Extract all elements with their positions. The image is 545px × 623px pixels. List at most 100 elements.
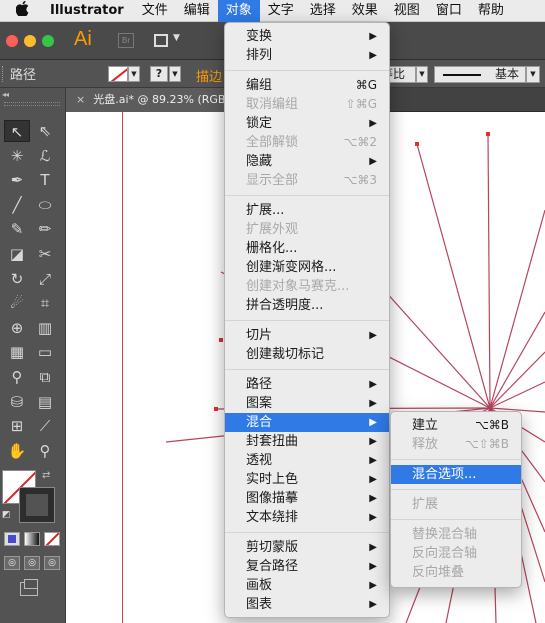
gradient-mode-button[interactable] xyxy=(24,532,40,546)
menu-item[interactable]: 建立 ⌥⌘B xyxy=(391,416,521,435)
paintbrush-tool[interactable]: ✎ xyxy=(4,218,30,240)
menu-item[interactable]: 创建渐变网格... xyxy=(225,258,389,277)
menu-view[interactable]: 视图 xyxy=(386,0,428,22)
anchor-point[interactable] xyxy=(219,338,223,342)
type-tool[interactable]: T xyxy=(32,169,58,191)
ellipse-tool[interactable]: ⬭ xyxy=(32,194,58,216)
menu-item[interactable]: 编组 ⌘G xyxy=(225,76,389,95)
menu-item[interactable]: 复合路径 ▶ xyxy=(225,557,389,576)
menu-item[interactable]: 文本绕排 ▶ xyxy=(225,508,389,527)
blend-tool[interactable]: ⧉ xyxy=(32,366,58,388)
magic-wand-tool[interactable]: ✳ xyxy=(4,145,30,167)
menu-item[interactable]: 图像描摹 ▶ xyxy=(225,489,389,508)
menu-item[interactable]: 隐藏 ▶ xyxy=(225,152,389,171)
menu-item[interactable]: 剪切蒙版 ▶ xyxy=(225,538,389,557)
mesh-tool[interactable]: ▦ xyxy=(4,341,30,363)
menu-item[interactable]: 锁定 ▶ xyxy=(225,114,389,133)
menu-item[interactable]: 透视 ▶ xyxy=(225,451,389,470)
rotate-tool[interactable]: ↻ xyxy=(4,268,30,290)
default-colors-icon[interactable]: ◩ xyxy=(2,510,11,520)
menu-file[interactable]: 文件 xyxy=(134,0,176,22)
hand-tool[interactable]: ✋ xyxy=(4,440,30,462)
menu-item[interactable]: 混合 ▶ xyxy=(225,413,389,432)
stroke-swatch[interactable] xyxy=(19,487,55,523)
shaper-tool[interactable]: ◪ xyxy=(4,243,30,265)
panel-grip[interactable] xyxy=(2,65,6,82)
menu-item[interactable]: 图案 ▶ xyxy=(225,394,389,413)
menu-item[interactable]: 切片 ▶ xyxy=(225,326,389,345)
zoom-tool[interactable]: ⚲ xyxy=(32,440,58,462)
screen-mode-button[interactable] xyxy=(20,579,38,596)
direct-selection-tool[interactable]: ⇖ xyxy=(32,120,58,142)
anchor-point[interactable] xyxy=(415,142,419,146)
menu-item[interactable]: 排列 ▶ xyxy=(225,46,389,65)
close-window-button[interactable] xyxy=(6,35,18,47)
symbol-sprayer-tool[interactable]: ⛁ xyxy=(4,391,30,413)
draw-inside-button[interactable]: ◎ xyxy=(44,556,60,570)
collapse-icon[interactable]: ◂◂ xyxy=(2,90,9,99)
graph-tool[interactable]: ▥ xyxy=(32,317,58,339)
menu-item[interactable]: 栅格化... xyxy=(225,239,389,258)
lasso-tool[interactable]: ℒ xyxy=(32,145,58,167)
gradient-tool[interactable]: ▭ xyxy=(32,341,58,363)
line-tool[interactable]: ╱ xyxy=(4,194,30,216)
draw-normal-button[interactable]: ◎ xyxy=(4,556,20,570)
blend-line[interactable] xyxy=(416,143,491,409)
profile-dropdown-arrow[interactable]: ▼ xyxy=(416,66,428,83)
shape-builder-tool[interactable]: ⊕ xyxy=(4,317,30,339)
apple-icon[interactable] xyxy=(15,0,30,20)
scissors-tool[interactable]: ✂ xyxy=(32,243,58,265)
document-tab[interactable]: × 光盘.ai* @ 89.23% (RGB/预览) xyxy=(66,88,226,112)
menu-item[interactable]: 画板 ▶ xyxy=(225,576,389,595)
anchor-point[interactable] xyxy=(214,407,218,411)
brush-dropdown-arrow[interactable]: ▼ xyxy=(526,66,540,83)
none-mode-button[interactable] xyxy=(44,532,60,546)
blend-line[interactable] xyxy=(489,209,545,409)
fill-dropdown-arrow[interactable]: ▼ xyxy=(128,66,140,82)
stroke-dropdown-arrow[interactable]: ▼ xyxy=(169,66,181,82)
slice-tool[interactable]: ⟋ xyxy=(32,415,58,437)
menu-object[interactable]: 对象 xyxy=(217,0,260,22)
draw-behind-button[interactable]: ◎ xyxy=(24,556,40,570)
menu-window[interactable]: 窗口 xyxy=(428,0,470,22)
warp-tool[interactable]: ☄ xyxy=(4,292,30,314)
tools-panel-grip[interactable] xyxy=(4,102,60,106)
menu-item[interactable]: 扩展... xyxy=(225,201,389,220)
pen-tool[interactable]: ✒ xyxy=(4,169,30,191)
menu-item[interactable]: 混合选项... xyxy=(391,465,521,484)
fill-color-swatch[interactable] xyxy=(108,66,128,82)
menu-item[interactable]: 拼合透明度... xyxy=(225,296,389,315)
pencil-tool[interactable]: ✏ xyxy=(32,218,58,240)
selection-tool[interactable]: ↖ xyxy=(4,120,30,142)
blend-line[interactable] xyxy=(487,133,491,409)
color-mode-button[interactable] xyxy=(4,532,20,546)
menu-item[interactable]: 创建裁切标记 xyxy=(225,345,389,364)
menu-item[interactable]: 封套扭曲 ▶ xyxy=(225,432,389,451)
brush-definition[interactable]: 基本 xyxy=(434,66,526,83)
menu-type[interactable]: 文字 xyxy=(260,0,302,22)
scale-tool[interactable]: ⤢ xyxy=(32,268,58,290)
menu-effect[interactable]: 效果 xyxy=(344,0,386,22)
stroke-color-swatch[interactable]: ? xyxy=(150,66,168,82)
swap-colors-icon[interactable]: ⇄ xyxy=(42,470,50,481)
minimize-window-button[interactable] xyxy=(24,35,36,47)
free-transform-tool[interactable]: ⌗ xyxy=(32,292,58,314)
menu-select[interactable]: 选择 xyxy=(302,0,344,22)
blend-line[interactable] xyxy=(489,381,545,409)
menu-item[interactable]: 路径 ▶ xyxy=(225,375,389,394)
menu-item[interactable]: 变换 ▶ xyxy=(225,27,389,46)
artboard-tool[interactable]: ⊞ xyxy=(4,415,30,437)
zoom-window-button[interactable] xyxy=(42,35,54,47)
menu-illustrator[interactable]: Illustrator xyxy=(42,0,134,22)
menu-help[interactable]: 帮助 xyxy=(470,0,512,22)
column-graph-tool[interactable]: ▤ xyxy=(32,391,58,413)
menu-item[interactable]: 实时上色 ▶ xyxy=(225,470,389,489)
close-tab-icon[interactable]: × xyxy=(76,93,85,106)
bridge-button[interactable]: Br xyxy=(118,33,134,48)
eyedropper-tool[interactable]: ⚲ xyxy=(4,366,30,388)
menu-item[interactable]: 图表 ▶ xyxy=(225,595,389,614)
stroke-panel-link[interactable]: 描边 xyxy=(196,66,222,85)
anchor-point[interactable] xyxy=(486,132,490,136)
menu-edit[interactable]: 编辑 xyxy=(176,0,218,22)
arrange-documents-button[interactable]: ▼ xyxy=(152,32,182,50)
